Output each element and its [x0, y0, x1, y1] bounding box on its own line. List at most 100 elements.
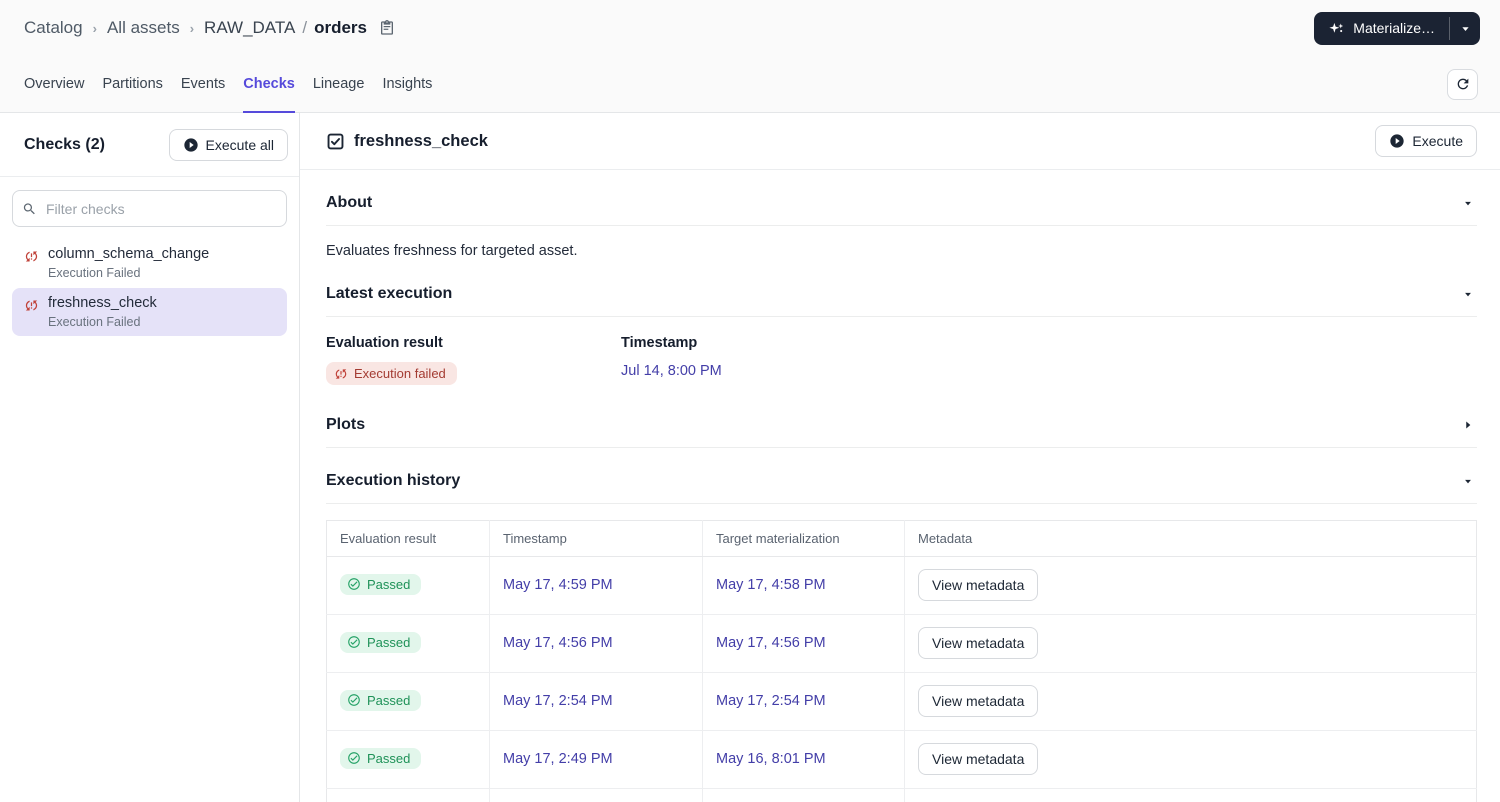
- breadcrumb-all-assets[interactable]: All assets: [107, 18, 180, 38]
- passed-badge: Passed: [340, 573, 422, 595]
- asset-tabs: Overview Partitions Events Checks Lineag…: [24, 56, 432, 113]
- target-materialization-link[interactable]: May 17, 4:58 PM: [716, 577, 826, 593]
- latest-execution-content: Evaluation result Execution failed Times…: [326, 317, 1477, 392]
- view-metadata-button[interactable]: View metadata: [918, 627, 1039, 659]
- passed-badge-label: Passed: [367, 692, 411, 708]
- tab-overview[interactable]: Overview: [24, 56, 84, 112]
- passed-badge-label: Passed: [367, 576, 411, 592]
- checks-count-title: Checks (2): [24, 135, 105, 153]
- target-materialization-link[interactable]: May 17, 4:56 PM: [716, 635, 826, 651]
- check-circle-icon: [347, 635, 361, 649]
- execute-label: Execute: [1412, 133, 1463, 149]
- check-name: freshness_check: [48, 295, 157, 311]
- latest-execution-section-header[interactable]: Latest execution: [326, 261, 1477, 317]
- check-circle-icon: [347, 693, 361, 707]
- breadcrumb-catalog[interactable]: Catalog: [24, 18, 83, 38]
- execute-all-label: Execute all: [205, 136, 274, 153]
- chevron-down-icon: [1461, 287, 1475, 301]
- view-metadata-button[interactable]: View metadata: [918, 569, 1039, 601]
- tab-label: Lineage: [312, 76, 365, 92]
- materialize-split-button: Materialize…: [1314, 11, 1480, 45]
- target-materialization-link[interactable]: May 16, 8:01 PM: [716, 751, 826, 767]
- check-box-icon: [326, 132, 345, 151]
- execution-history-title: Execution history: [326, 471, 461, 489]
- evaluation-result-label: Evaluation result: [326, 335, 443, 351]
- table-row: Passed May 17, 2:54 PM May 17, 2:54 PM V…: [326, 672, 1477, 731]
- copy-asset-name-icon[interactable]: [379, 20, 395, 36]
- view-metadata-button[interactable]: View metadata: [918, 685, 1039, 717]
- refresh-button[interactable]: [1447, 68, 1478, 100]
- tab-partitions[interactable]: Partitions: [102, 56, 162, 112]
- passed-badge-label: Passed: [367, 634, 411, 650]
- checks-sidebar: Checks (2) Execute all Filter checks col…: [0, 113, 300, 802]
- chevron-down-icon: [1461, 196, 1475, 210]
- execute-button[interactable]: Execute: [1375, 125, 1477, 157]
- materialize-label: Materialize…: [1353, 20, 1435, 36]
- column-header-metadata: Metadata: [904, 520, 1477, 557]
- filter-checks-input[interactable]: [12, 190, 287, 227]
- tab-label: Partitions: [102, 76, 163, 92]
- table-row-partial: [326, 788, 1477, 802]
- execution-failed-badge: Execution failed: [326, 362, 457, 385]
- target-materialization-link[interactable]: May 17, 2:54 PM: [716, 693, 826, 709]
- content-area: Checks (2) Execute all Filter checks col…: [0, 113, 1500, 802]
- tab-label: Events: [180, 76, 226, 92]
- execution-failed-icon: [334, 367, 348, 381]
- about-title: About: [326, 194, 373, 211]
- top-bar: Catalog › All assets › RAW_DATA / orders…: [0, 0, 1500, 56]
- execution-timestamp-link[interactable]: May 17, 2:49 PM: [503, 751, 613, 767]
- execution-history-section-header[interactable]: Execution history: [326, 448, 1477, 504]
- asset-group-name[interactable]: RAW_DATA: [204, 18, 295, 38]
- sidebar-item-freshness_check[interactable]: freshness_check Execution Failed: [12, 288, 287, 336]
- asset-name: orders: [314, 18, 368, 37]
- passed-badge: Passed: [340, 747, 422, 769]
- column-header-timestamp: Timestamp: [489, 520, 703, 557]
- execution-failed-icon: [24, 298, 39, 318]
- tab-label: Checks: [243, 76, 295, 92]
- checks-list: column_schema_change Execution Failed fr…: [0, 235, 299, 341]
- passed-badge: Passed: [340, 689, 422, 711]
- passed-badge-label: Passed: [367, 750, 411, 766]
- table-row: Passed May 17, 4:56 PM May 17, 4:56 PM V…: [326, 614, 1477, 673]
- execution-history-table: Evaluation result Timestamp Target mater…: [326, 519, 1477, 802]
- latest-execution-title: Latest execution: [326, 285, 453, 302]
- table-row: Passed May 17, 2:49 PM May 16, 8:01 PM V…: [326, 730, 1477, 789]
- plots-section-header[interactable]: Plots: [326, 392, 1477, 448]
- materialize-dropdown-button[interactable]: [1450, 12, 1480, 45]
- chevron-down-icon: [1458, 21, 1473, 36]
- tab-checks[interactable]: Checks: [243, 56, 295, 113]
- breadcrumb-separator-icon: ›: [92, 20, 97, 36]
- check-name: column_schema_change: [48, 246, 210, 262]
- app-root: Catalog › All assets › RAW_DATA / orders…: [0, 0, 1500, 802]
- about-description: Evaluates freshness for targeted asset.: [326, 243, 578, 259]
- latest-execution-timestamp-link[interactable]: Jul 14, 8:00 PM: [621, 363, 722, 379]
- materialize-button[interactable]: Materialize…: [1314, 12, 1449, 45]
- tab-events[interactable]: Events: [181, 56, 225, 112]
- play-circle-icon: [1389, 133, 1405, 149]
- tabs-row: Overview Partitions Events Checks Lineag…: [0, 56, 1500, 113]
- filter-checks-wrap: [12, 190, 287, 227]
- execution-timestamp-link[interactable]: May 17, 2:54 PM: [503, 693, 613, 709]
- tab-lineage[interactable]: Lineage: [313, 56, 365, 112]
- search-icon: [22, 201, 37, 216]
- view-metadata-button[interactable]: View metadata: [918, 743, 1039, 775]
- column-header-evaluation-result: Evaluation result: [326, 520, 490, 557]
- check-detail-body: About Evaluates freshness for targeted a…: [300, 170, 1500, 802]
- refresh-icon: [1455, 76, 1471, 92]
- execute-all-button[interactable]: Execute all: [168, 128, 288, 161]
- about-section-header[interactable]: About: [326, 170, 1477, 226]
- execution-timestamp-link[interactable]: May 17, 4:59 PM: [503, 577, 613, 593]
- table-row: Passed May 17, 4:59 PM May 17, 4:58 PM V…: [326, 556, 1477, 615]
- execution-failed-badge-label: Execution failed: [354, 366, 446, 381]
- check-status: Execution Failed: [48, 315, 141, 329]
- table-header-row: Evaluation result Timestamp Target mater…: [326, 520, 1477, 557]
- sidebar-header: Checks (2) Execute all: [0, 113, 299, 177]
- check-detail-header: freshness_check Execute: [300, 113, 1500, 170]
- execution-timestamp-link[interactable]: May 17, 4:56 PM: [503, 635, 613, 651]
- sidebar-item-column_schema_change[interactable]: column_schema_change Execution Failed: [12, 239, 287, 287]
- check-detail-panel: freshness_check Execute About Evaluates …: [300, 113, 1500, 802]
- timestamp-label: Timestamp: [621, 335, 698, 351]
- execution-history-table-wrap: Evaluation result Timestamp Target mater…: [326, 519, 1477, 802]
- tab-insights[interactable]: Insights: [382, 56, 432, 112]
- tab-label: Insights: [382, 76, 433, 92]
